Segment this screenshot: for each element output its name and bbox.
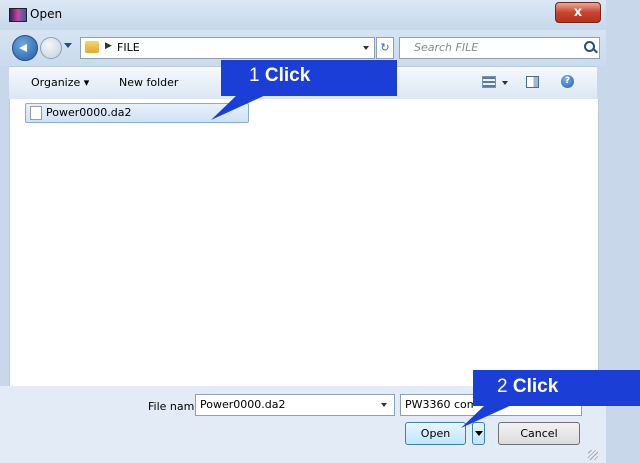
address-box[interactable]: ▶ FILE: [80, 37, 375, 59]
window-title: Open: [30, 7, 63, 21]
step1-callout: 1 Click: [221, 60, 397, 96]
back-arrow-icon[interactable]: [12, 35, 38, 61]
search-icon[interactable]: [584, 41, 595, 52]
preview-pane-icon[interactable]: [526, 76, 539, 88]
forward-arrow-icon[interactable]: [40, 37, 62, 59]
view-options-dropdown-icon[interactable]: [502, 81, 508, 85]
recent-pages-dropdown-icon[interactable]: [64, 43, 72, 48]
change-view-icon[interactable]: [482, 76, 496, 88]
file-type-value: PW3360 com: [405, 398, 475, 411]
step1-number: 1: [249, 65, 260, 86]
new-folder-button[interactable]: New folder: [119, 76, 178, 89]
breadcrumb-arrow-icon[interactable]: ▶: [105, 41, 112, 51]
help-icon[interactable]: ?: [561, 75, 574, 88]
app-icon: [9, 8, 27, 22]
resize-grip-icon[interactable]: [588, 450, 598, 460]
open-button[interactable]: Open: [405, 422, 466, 445]
cancel-button[interactable]: Cancel: [498, 422, 580, 445]
document-file-icon: [30, 106, 42, 120]
organize-menu-button[interactable]: Organize ▾: [31, 76, 89, 89]
list-item[interactable]: Power0000.da2: [25, 103, 249, 123]
title-bar: Open x: [0, 0, 606, 30]
file-name-field[interactable]: Power0000.da2: [195, 394, 395, 416]
close-button[interactable]: x: [555, 2, 601, 23]
refresh-icon[interactable]: ↻: [376, 37, 394, 59]
step1-word: Click: [264, 65, 311, 86]
step2-word: Click: [512, 376, 559, 397]
step2-number: 2: [497, 376, 508, 397]
folder-icon: [85, 41, 99, 53]
address-dropdown-icon[interactable]: [363, 46, 369, 50]
file-name-dropdown-icon[interactable]: [381, 403, 387, 407]
search-input[interactable]: Search FILE: [399, 37, 600, 59]
open-dropdown-icon[interactable]: [472, 422, 485, 445]
file-list: Power0000.da2: [9, 99, 599, 386]
search-placeholder: Search FILE: [414, 41, 479, 54]
file-name-value: Power0000.da2: [200, 398, 286, 411]
file-name-text: Power0000.da2: [46, 106, 132, 119]
breadcrumb-folder[interactable]: FILE: [117, 41, 140, 54]
step2-callout: 2 Click: [473, 370, 640, 406]
